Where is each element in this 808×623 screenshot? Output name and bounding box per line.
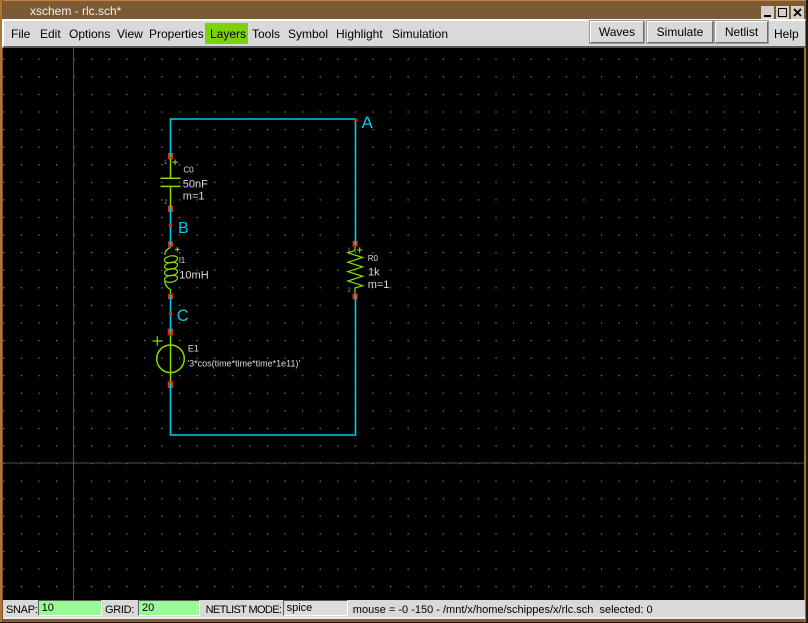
svg-text:B: B <box>178 220 189 237</box>
svg-text:A: A <box>362 113 374 132</box>
svg-text:m=1: m=1 <box>368 279 390 291</box>
svg-text:'3*cos(time*time*time*1e11)': '3*cos(time*time*time*1e11)' <box>187 359 300 369</box>
svg-text:m=1: m=1 <box>183 191 205 203</box>
svg-text:R0: R0 <box>368 254 379 263</box>
svg-text:50nF: 50nF <box>183 179 208 191</box>
svg-text:1k: 1k <box>368 267 380 279</box>
svg-text:10mH: 10mH <box>179 269 208 281</box>
svg-text:l1: l1 <box>179 256 186 265</box>
svg-text:E1: E1 <box>188 344 199 354</box>
svg-text:C: C <box>177 307 189 325</box>
svg-text:C0: C0 <box>183 166 194 175</box>
